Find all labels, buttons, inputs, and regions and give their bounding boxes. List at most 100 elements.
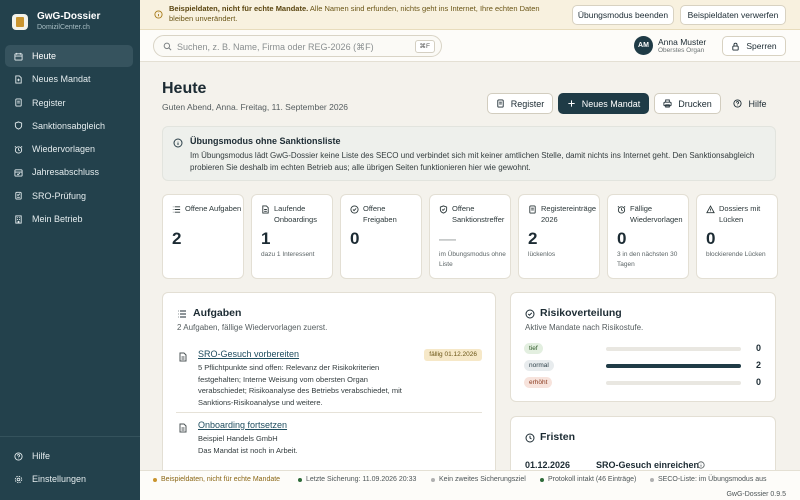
check-circle-icon: [525, 309, 535, 319]
sidebar-item-mein-betrieb[interactable]: Mein Betrieb: [5, 208, 133, 230]
new-mandate-button-label: Neues Mandat: [581, 98, 641, 109]
risk-subtitle: Aktive Mandate nach Risikostufe.: [525, 323, 644, 332]
register-icon: [497, 99, 504, 108]
status-dot: [540, 477, 544, 482]
clock-icon: [525, 433, 535, 443]
task-link[interactable]: SRO-Gesuch vorbereiten: [198, 349, 299, 359]
file-plus-icon: [14, 75, 23, 84]
calendar-icon: [14, 52, 23, 61]
sidebar-item-label: SRO-Prüfung: [32, 190, 87, 201]
sidebar-item-heute[interactable]: Heute: [5, 45, 133, 67]
status-dot: [298, 477, 302, 482]
stat-card-dossiers-mit-luecken[interactable]: Dossiers mit Lücken 0 blockierende Lücke…: [696, 194, 778, 279]
user-name: Anna Muster: [658, 37, 707, 47]
printer-icon: [663, 99, 672, 108]
new-mandate-button[interactable]: Neues Mandat: [558, 93, 649, 114]
risk-count: 0: [756, 377, 762, 387]
risk-distribution-card: Risikoverteilung Aktive Mandate nach Ris…: [510, 292, 776, 402]
stat-card-faellige-wiedervorlagen[interactable]: Fällige Wiedervorlagen 0 3 in den nächst…: [607, 194, 689, 279]
sidebar-item-sanktionsabgleich[interactable]: Sanktionsabgleich: [5, 115, 133, 137]
risk-level-badge: erhöht: [524, 377, 553, 388]
search-shortcut-badge: ⌘F: [414, 40, 435, 53]
shield-icon: [14, 121, 23, 130]
discard-sample-data-button[interactable]: Beispieldaten verwerfen: [680, 5, 786, 25]
warning-icon: [706, 205, 715, 214]
stat-subtext: 3 in den nächsten 30 Tagen: [617, 251, 678, 268]
risk-row: normal 2: [524, 360, 764, 372]
stat-label: Offene Freigaben: [363, 204, 397, 224]
stat-label: Offene Aufgaben: [185, 204, 242, 213]
stat-card-registereintraege[interactable]: Registereinträge 2026 2 lückenlos: [518, 194, 600, 279]
stat-value: —: [439, 229, 456, 248]
risk-row: erhöht 0: [524, 377, 764, 389]
stat-label: Laufende Onboardings: [274, 204, 317, 224]
top-bar: Suchen, z. B. Name, Firma oder REG-2026 …: [140, 30, 800, 62]
risk-count: 2: [756, 360, 762, 370]
document-icon: [179, 352, 187, 362]
risk-count: 0: [756, 343, 762, 353]
risk-bar: [606, 381, 741, 385]
register-button-label: Register: [510, 98, 545, 109]
clock-icon: [14, 145, 23, 154]
status-item: SECO-Liste: im Übungsmodus aus: [650, 476, 767, 483]
status-item: Protokoll intakt (46 Einträge): [540, 476, 636, 483]
stat-label: Fällige Wiedervorlagen: [630, 204, 683, 224]
lock-button-label: Sperren: [746, 41, 777, 51]
app-logo: [12, 13, 28, 30]
stat-label: Dossiers mit Lücken: [719, 204, 761, 224]
tasks-card: Aufgaben 2 Aufgaben, fällige Wiedervorla…: [162, 292, 496, 470]
practice-mode-banner: Beispieldaten, nicht für echte Mandate. …: [140, 0, 800, 30]
sidebar-item-einstellungen[interactable]: Einstellungen: [5, 468, 133, 490]
stat-card-offene-sanktionstreffer[interactable]: Offene Sanktionstreffer — im Übungsmodus…: [429, 194, 511, 279]
stat-value: 0: [617, 229, 627, 248]
stat-label: Registereinträge 2026: [541, 204, 597, 224]
app-name: GwG-Dossier: [37, 11, 101, 22]
stat-subtext: lückenlos: [528, 251, 556, 258]
sidebar-item-neues-mandat[interactable]: Neues Mandat: [5, 68, 133, 90]
stat-subtext: blockierende Lücken: [706, 251, 766, 258]
sidebar-item-hilfe[interactable]: Hilfe: [5, 445, 133, 467]
status-item: Letzte Sicherung: 11.09.2026 20:33: [298, 476, 416, 483]
clipboard-icon: [14, 191, 23, 200]
tasks-title: Aufgaben: [193, 307, 242, 319]
register-button[interactable]: Register: [487, 93, 553, 114]
search-icon: [163, 42, 172, 51]
stat-card-laufende-onboardings[interactable]: Laufende Onboardings 1 dazu 1 Interessen…: [251, 194, 333, 279]
status-text: Kein zweites Sicherungsziel: [439, 476, 526, 483]
sidebar-item-register[interactable]: Register: [5, 92, 133, 114]
task-item: SRO-Gesuch vorbereiten 5 Pflichtpunkte s…: [176, 349, 482, 407]
print-button[interactable]: Drucken: [654, 93, 721, 114]
register-icon: [529, 205, 536, 214]
task-link[interactable]: Onboarding fortsetzen: [198, 420, 287, 430]
user-role: Oberstes Organ: [658, 47, 705, 54]
stat-card-offene-aufgaben[interactable]: Offene Aufgaben 2: [162, 194, 244, 279]
list-icon: [178, 310, 186, 318]
sidebar-item-label: Jahresabschluss: [32, 167, 100, 178]
deadlines-title: Fristen: [540, 431, 576, 443]
document-icon: [262, 205, 269, 214]
task-divider: [176, 412, 482, 413]
search-input[interactable]: Suchen, z. B. Name, Firma oder REG-2026 …: [153, 35, 442, 57]
print-button-label: Drucken: [678, 98, 712, 109]
status-dot: [431, 477, 435, 482]
lock-button[interactable]: Sperren: [722, 36, 786, 56]
page-title: Heute: [162, 80, 207, 97]
app-version: GwG-Dossier 0.9.5: [726, 491, 786, 498]
search-placeholder: Suchen, z. B. Name, Firma oder REG-2026 …: [177, 42, 374, 52]
avatar[interactable]: AM: [634, 36, 653, 55]
sidebar-item-label: Heute: [32, 51, 57, 61]
sidebar-item-jahresabschluss[interactable]: Jahresabschluss: [5, 161, 133, 183]
help-icon: [733, 99, 743, 108]
check-circle-icon: [350, 205, 359, 214]
tasks-subtitle: 2 Aufgaben, fällige Wiedervorlagen zuers…: [177, 323, 328, 332]
settings-icon: [14, 475, 23, 484]
help-button[interactable]: Hilfe: [730, 93, 770, 114]
info-icon[interactable]: [697, 461, 705, 469]
stat-card-offene-freigaben[interactable]: Offene Freigaben 0: [340, 194, 422, 279]
end-practice-mode-button[interactable]: Übungsmodus beenden: [572, 5, 674, 25]
info-title: Übungsmodus ohne Sanktionsliste: [190, 136, 341, 146]
sidebar: GwG-Dossier DomizilCenter.ch Heute Neues…: [0, 0, 140, 500]
sidebar-item-sro-pruefung[interactable]: SRO-Prüfung: [5, 185, 133, 207]
sidebar-item-wiedervorlagen[interactable]: Wiedervorlagen: [5, 138, 133, 160]
app-subtitle: DomizilCenter.ch: [37, 24, 90, 31]
